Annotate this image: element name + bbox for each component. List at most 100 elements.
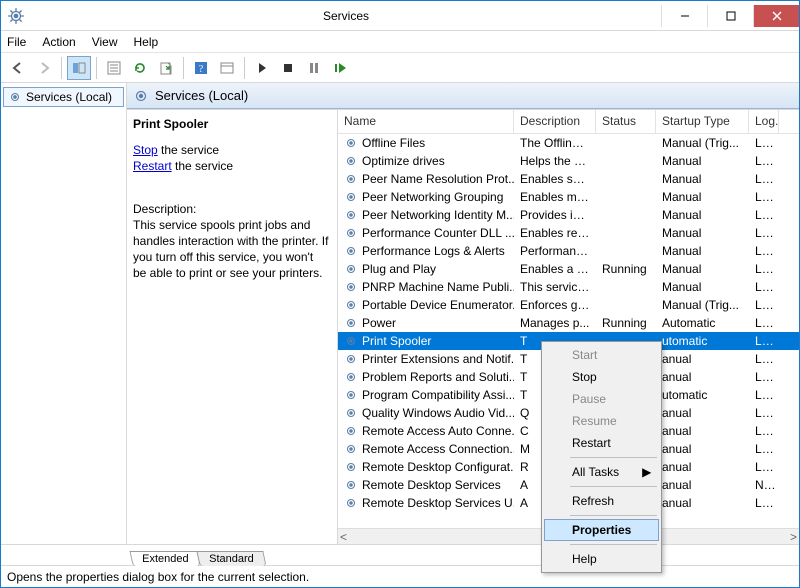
ctx-refresh[interactable]: Refresh: [544, 490, 659, 512]
cell-startup: Manual: [656, 190, 749, 204]
cell-logon: Loc: [749, 244, 779, 258]
gear-icon: [344, 298, 358, 312]
service-row[interactable]: PowerManages p...RunningAutomaticLoc: [338, 314, 799, 332]
toolbar-view-list-button[interactable]: [215, 56, 239, 80]
cell-startup: Manual: [656, 244, 749, 258]
cell-name: Program Compatibility Assi...: [362, 388, 514, 402]
column-headers: Name Description Status Startup Type Log…: [338, 110, 799, 134]
service-row[interactable]: Peer Networking GroupingEnables mul...Ma…: [338, 188, 799, 206]
description-text: This service spools print jobs and handl…: [133, 217, 329, 282]
cell-status: Running: [596, 316, 656, 330]
close-button[interactable]: [753, 5, 799, 27]
cell-name: Peer Networking Identity M...: [362, 208, 514, 222]
ctx-resume[interactable]: Resume: [544, 410, 659, 432]
toolbar-show-hide-tree-button[interactable]: [67, 56, 91, 80]
col-header-name[interactable]: Name: [338, 110, 514, 133]
tab-extended[interactable]: Extended: [129, 551, 201, 566]
toolbar-properties-button[interactable]: [102, 56, 126, 80]
gear-icon: [344, 352, 358, 366]
toolbar-help-button[interactable]: ?: [189, 56, 213, 80]
service-row[interactable]: Performance Counter DLL ...Enables rem..…: [338, 224, 799, 242]
service-row[interactable]: Performance Logs & Alerts Performanc... Ma…: [338, 242, 799, 260]
cell-desc: Performanc...: [514, 244, 596, 258]
gear-icon: [344, 136, 358, 150]
right-pane: Services (Local) Print Spooler Stop the …: [127, 83, 799, 544]
menu-view[interactable]: View: [92, 35, 118, 49]
toolbar-back-button[interactable]: [6, 56, 30, 80]
cell-startup: anual: [656, 424, 749, 438]
toolbar-stop-service-button[interactable]: [276, 56, 300, 80]
toolbar-forward-button[interactable]: [32, 56, 56, 80]
menubar: File Action View Help: [1, 31, 799, 53]
tab-standard[interactable]: Standard: [197, 551, 267, 566]
statusbar: Opens the properties dialog box for the …: [1, 565, 799, 587]
tree-item-services-local[interactable]: Services (Local): [3, 87, 124, 107]
cell-startup: anual: [656, 496, 749, 510]
service-row[interactable]: Plug and PlayEnables a c...RunningManual…: [338, 260, 799, 278]
cell-status: Running: [596, 262, 656, 276]
col-header-logon[interactable]: Log...: [749, 110, 779, 133]
ctx-all-tasks[interactable]: All Tasks ▶: [544, 461, 659, 483]
cell-logon: Loc: [749, 442, 779, 456]
cell-startup: anual: [656, 370, 749, 384]
menu-help[interactable]: Help: [134, 35, 159, 49]
gear-icon: [344, 280, 358, 294]
toolbar-refresh-button[interactable]: [128, 56, 152, 80]
service-row[interactable]: Peer Name Resolution Prot...Enables serv…: [338, 170, 799, 188]
col-header-status[interactable]: Status: [596, 110, 656, 133]
ctx-start[interactable]: Start: [544, 344, 659, 366]
toolbar-pause-service-button[interactable]: [302, 56, 326, 80]
scroll-right-arrow[interactable]: >: [790, 530, 797, 544]
cell-name: Performance Logs & Alerts: [362, 244, 505, 258]
cell-logon: Loc: [749, 406, 779, 420]
cell-logon: Loc: [749, 172, 779, 186]
ctx-separator: [570, 457, 657, 458]
gear-icon: [344, 370, 358, 384]
titlebar: Services: [1, 1, 799, 31]
cell-name: Peer Networking Grouping: [362, 190, 503, 204]
scroll-left-arrow[interactable]: <: [340, 530, 347, 544]
minimize-button[interactable]: [661, 5, 707, 27]
toolbar-restart-service-button[interactable]: [328, 56, 352, 80]
service-row[interactable]: PNRP Machine Name Publi...This service .…: [338, 278, 799, 296]
cell-logon: Loc: [749, 424, 779, 438]
tree-pane: Services (Local): [1, 83, 127, 544]
gear-icon: [344, 316, 358, 330]
cell-logon: Loc: [749, 370, 779, 384]
cell-startup: anual: [656, 406, 749, 420]
gear-icon: [344, 406, 358, 420]
restart-link[interactable]: Restart: [133, 159, 172, 173]
ctx-restart[interactable]: Restart: [544, 432, 659, 454]
gear-icon: [344, 190, 358, 204]
col-header-startup[interactable]: Startup Type: [656, 110, 749, 133]
toolbar-separator: [61, 57, 62, 79]
context-menu: Start Stop Pause Resume Restart All Task…: [541, 341, 662, 573]
maximize-button[interactable]: [707, 5, 753, 27]
cell-startup: anual: [656, 442, 749, 456]
ctx-stop[interactable]: Stop: [544, 366, 659, 388]
cell-logon: Loc: [749, 298, 779, 312]
cell-name: Remote Access Auto Conne...: [362, 424, 514, 438]
toolbar-export-button[interactable]: [154, 56, 178, 80]
menu-file[interactable]: File: [7, 35, 26, 49]
service-row[interactable]: Optimize drivesHelps the c...ManualLoc: [338, 152, 799, 170]
cell-name: Performance Counter DLL ...: [362, 226, 514, 240]
ctx-properties[interactable]: Properties: [544, 519, 659, 541]
ctx-separator: [570, 486, 657, 487]
stop-link[interactable]: Stop: [133, 143, 158, 157]
toolbar-start-service-button[interactable]: [250, 56, 274, 80]
col-header-desc[interactable]: Description: [514, 110, 596, 133]
cell-name: Remote Access Connection...: [362, 442, 514, 456]
description-label: Description:: [133, 201, 329, 217]
menu-action[interactable]: Action: [42, 35, 75, 49]
service-row[interactable]: Offline FilesThe Offline ...Manual (Trig…: [338, 134, 799, 152]
service-row[interactable]: Peer Networking Identity M...Provides id…: [338, 206, 799, 224]
cell-name: Problem Reports and Soluti...: [362, 370, 514, 384]
cell-name: Print Spooler: [362, 334, 431, 348]
service-row[interactable]: Portable Device Enumerator...Enforces gr…: [338, 296, 799, 314]
gear-icon: [344, 226, 358, 240]
ctx-help[interactable]: Help: [544, 548, 659, 570]
ctx-pause[interactable]: Pause: [544, 388, 659, 410]
cell-name: Quality Windows Audio Vid...: [362, 406, 514, 420]
gear-icon: [344, 244, 358, 258]
